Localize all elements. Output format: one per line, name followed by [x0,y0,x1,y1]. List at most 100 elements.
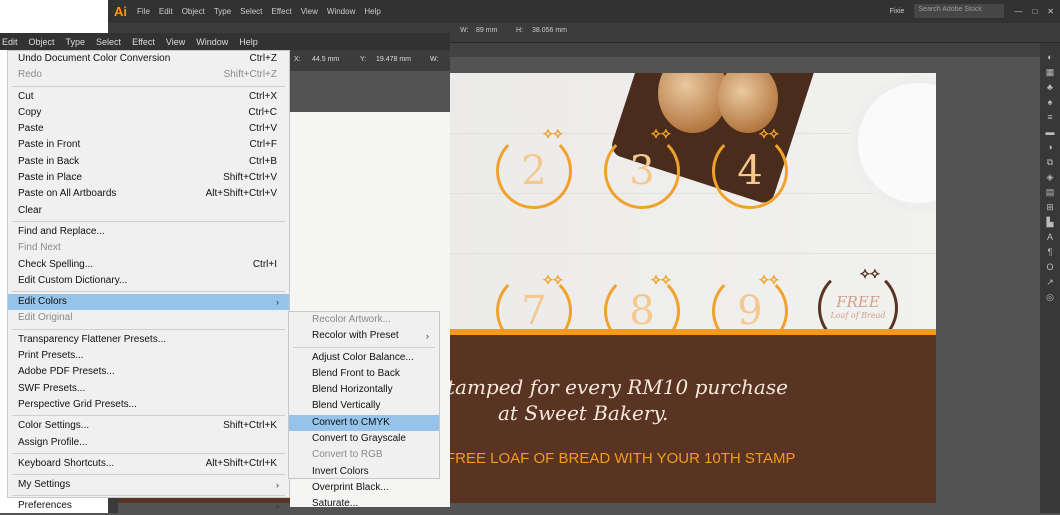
menu-separator [12,328,285,330]
workspace-switcher[interactable]: Fixie [890,8,905,15]
submenu-item-saturate[interactable]: Saturate... [289,496,439,512]
menu-item-perspective-grid-presets[interactable]: Perspective Grid Presets... [8,397,289,413]
menu-window[interactable]: Window [196,37,228,47]
maximize-button[interactable]: □ [1032,7,1037,16]
menu-item-shortcut: Ctrl+X [248,90,277,102]
menu-item-label: Paste in Place [18,172,82,184]
submenu-item-blend-horizontally[interactable]: Blend Horizontally [289,382,439,398]
layers-panel-icon[interactable]: ◈ [1047,173,1054,182]
menu-separator [12,220,285,222]
menu-item-keyboard-shortcuts[interactable]: Keyboard Shortcuts... Alt+Shift+Ctrl+K [8,456,289,472]
menu-item-color-settings[interactable]: Color Settings... Shift+Ctrl+K [8,418,289,434]
links-panel-icon[interactable]: ◎ [1046,293,1054,302]
menu-item-copy[interactable]: Copy Ctrl+C [8,105,289,121]
x-field[interactable]: 44.5 mm [312,56,339,63]
menu-item-shortcut: Alt+Shift+Ctrl+V [205,188,277,200]
brushes-panel-icon[interactable]: ♣ [1047,83,1053,92]
appearance-panel-icon[interactable]: ⧉ [1047,158,1053,167]
gradient-panel-icon[interactable]: ▬ [1046,128,1055,137]
stock-search-input[interactable]: Search Adobe Stock [914,4,1005,18]
menu-type[interactable]: Type [214,7,231,16]
artboards-panel-icon[interactable]: ▤ [1046,188,1055,197]
menu-item-edit-original[interactable]: Edit Original [8,310,289,326]
menu-help[interactable]: Help [364,7,380,16]
submenu-item-convert-to-grayscale[interactable]: Convert to Grayscale [289,431,439,447]
menu-item-shortcut: Ctrl+C [248,106,277,118]
paragraph-panel-icon[interactable]: ¶ [1048,248,1053,257]
menu-effect[interactable]: Effect [271,7,291,16]
menu-separator [12,495,285,497]
menu-separator [12,474,285,476]
menu-select[interactable]: Select [240,7,262,16]
menu-item-print-presets[interactable]: Print Presets... [8,348,289,364]
minimize-button[interactable]: — [1014,7,1022,16]
menu-item-clear[interactable]: Clear [8,203,289,219]
menu-item-paste-on-all-artboards[interactable]: Paste on All Artboards Alt+Shift+Ctrl+V [8,186,289,202]
menu-item-edit-colors[interactable]: Edit Colors › [8,294,289,311]
menu-item-assign-profile[interactable]: Assign Profile... [8,435,289,451]
submenu-item-blend-vertically[interactable]: Blend Vertically [289,398,439,414]
color-panel-icon[interactable]: ◐ [1047,53,1052,62]
menu-separator [12,452,285,454]
menu-item-redo[interactable]: Redo Shift+Ctrl+Z [8,67,289,83]
menu-item-label: Cut [18,90,34,102]
menu-item-swf-presets[interactable]: SWF Presets... [8,381,289,397]
swatches-panel-icon[interactable]: ▦ [1046,68,1055,77]
menu-item-adobe-pdf-presets[interactable]: Adobe PDF Presets... [8,364,289,380]
menu-item-my-settings[interactable]: My Settings › [8,477,289,493]
submenu-item-convert-to-cmyk[interactable]: Convert to CMYK [289,414,439,432]
h-label: H: [516,27,523,34]
submenu-item-invert-colors[interactable]: Invert Colors [289,464,439,480]
submenu-item-overprint-black[interactable]: Overprint Black... [289,480,439,496]
w-field[interactable]: 89 mm [476,27,497,34]
popup-menubar: Edit Object Type Select Effect View Wind… [0,33,450,50]
menu-item-cut[interactable]: Cut Ctrl+X [8,89,289,105]
menu-window[interactable]: Window [327,7,355,16]
transform-panel-icon[interactable]: ▙ [1047,218,1054,227]
export-panel-icon[interactable]: ↗ [1046,278,1054,287]
menu-item-find-and-replace[interactable]: Find and Replace... [8,224,289,240]
opentype-panel-icon[interactable]: O [1046,263,1053,272]
menu-select[interactable]: Select [96,37,121,47]
submenu-item-recolor-with-preset[interactable]: Recolor with Preset › [289,328,439,344]
menu-item-label: Overprint Black... [312,481,389,493]
menu-object[interactable]: Object [182,7,205,16]
menu-help[interactable]: Help [239,37,258,47]
menu-item-paste-in-back[interactable]: Paste in Back Ctrl+B [8,154,289,170]
menu-item-preferences[interactable]: Preferences › [8,498,289,514]
app-menubar: Ai File Edit Object Type Select Effect V… [108,0,1060,23]
menu-item-edit-custom-dictionary[interactable]: Edit Custom Dictionary... [8,273,289,289]
banner-line-3: FREE LOAF OF BREAD WITH YOUR 10TH STAMP [446,450,796,467]
submenu-item-recolor-artwork[interactable]: Recolor Artwork... [289,312,439,328]
transparency-panel-icon[interactable]: ◑ [1047,143,1052,152]
menu-item-paste[interactable]: Paste Ctrl+V [8,121,289,137]
symbols-panel-icon[interactable]: ♠ [1048,98,1053,107]
menu-item-paste-in-place[interactable]: Paste in Place Shift+Ctrl+V [8,170,289,186]
menu-edit-open[interactable]: Edit [2,37,18,47]
menu-file[interactable]: File [137,7,150,16]
menu-item-check-spelling[interactable]: Check Spelling... Ctrl+I [8,257,289,273]
h-field[interactable]: 38.056 mm [532,27,567,34]
menu-effect[interactable]: Effect [132,37,155,47]
submenu-item-adjust-color-balance[interactable]: Adjust Color Balance... [289,350,439,366]
menu-item-undo-document-color-conversion[interactable]: Undo Document Color Conversion Ctrl+Z [8,51,289,67]
menu-item-transparency-flattener-presets[interactable]: Transparency Flattener Presets... [8,332,289,348]
y-field[interactable]: 19.478 mm [376,56,411,63]
menu-separator [12,291,285,293]
align-panel-icon[interactable]: ⊞ [1046,203,1054,212]
menu-view[interactable]: View [301,7,318,16]
menu-edit[interactable]: Edit [159,7,173,16]
menu-item-shortcut: Shift+Ctrl+Z [223,69,277,81]
menu-view[interactable]: View [166,37,185,47]
stroke-panel-icon[interactable]: ≡ [1047,113,1052,122]
submenu-item-convert-to-rgb[interactable]: Convert to RGB [289,447,439,463]
menu-item-label: Convert to RGB [312,449,383,461]
submenu-item-blend-front-to-back[interactable]: Blend Front to Back [289,366,439,382]
menu-object[interactable]: Object [29,37,55,47]
menu-item-shortcut: Alt+Shift+Ctrl+K [205,457,277,469]
menu-item-paste-in-front[interactable]: Paste in Front Ctrl+F [8,137,289,153]
character-panel-icon[interactable]: A [1047,233,1053,242]
menu-type[interactable]: Type [66,37,86,47]
menu-item-find-next[interactable]: Find Next [8,240,289,256]
close-button[interactable]: ✕ [1047,7,1054,16]
